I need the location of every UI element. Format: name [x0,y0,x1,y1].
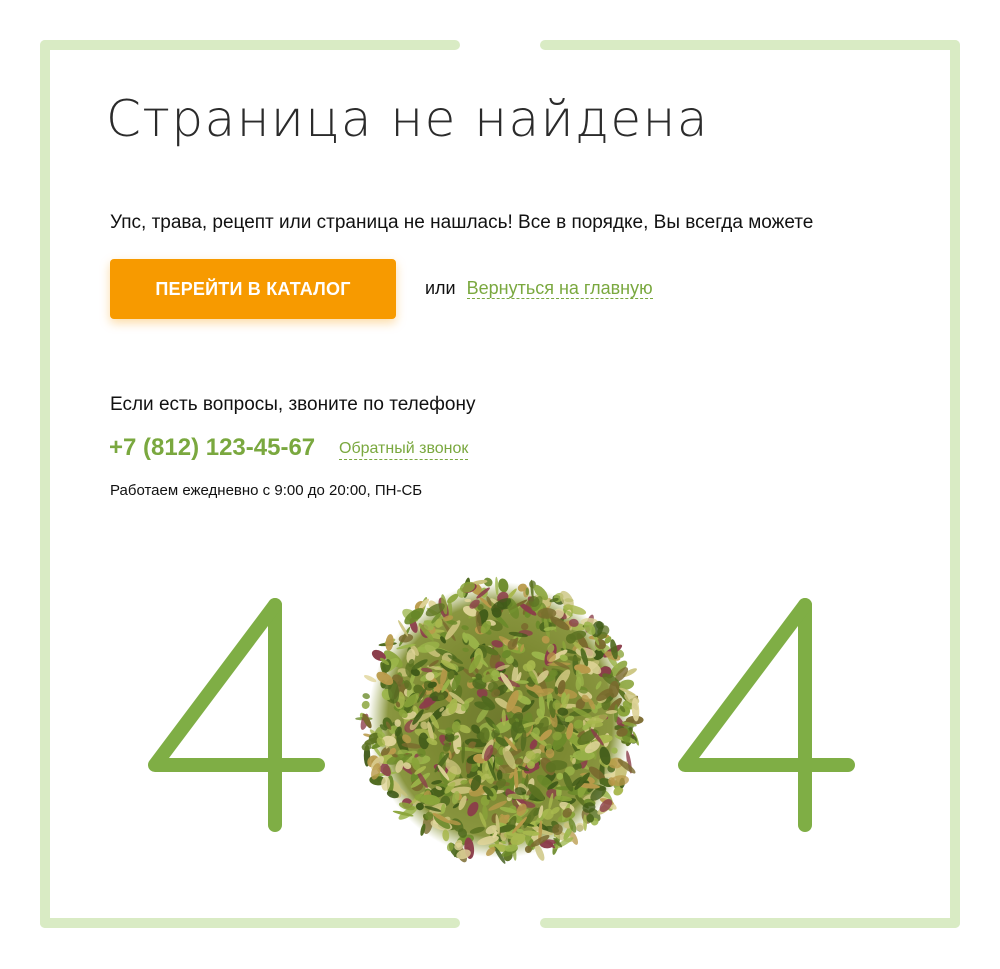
frame-top-left [40,40,460,50]
frame-top-right [540,40,960,50]
phone-number-link[interactable]: +7 (812) 123-45-67 [109,432,315,464]
digit-four-left [148,598,325,832]
404-graphic [148,576,855,864]
frame-bottom-right [540,918,960,928]
page-title: Страница не найдена [106,90,709,148]
or-text: или [425,278,456,298]
tea-leaf [525,587,529,596]
frame-left [40,40,50,928]
questions-text: Если есть вопросы, звоните по телефону [110,394,476,415]
digit-four-right [678,598,855,832]
herbal-tea-pile-image [355,576,644,864]
intro-text: Упс, трава, рецепт или страница не нашла… [110,212,814,233]
home-link-group: или Вернуться на главную [425,276,653,300]
working-hours-text: Работаем ежедневно с 9:00 до 20:00, ПН-С… [110,482,423,499]
back-to-home-link[interactable]: Вернуться на главную [466,278,653,299]
frame-bottom-left [40,918,460,928]
frame-right [950,40,960,928]
callback-link[interactable]: Обратный звонок [339,439,469,460]
tea-leaf [362,693,370,700]
go-to-catalog-button[interactable]: ПЕРЕЙТИ В КАТАЛОГ [110,259,396,319]
